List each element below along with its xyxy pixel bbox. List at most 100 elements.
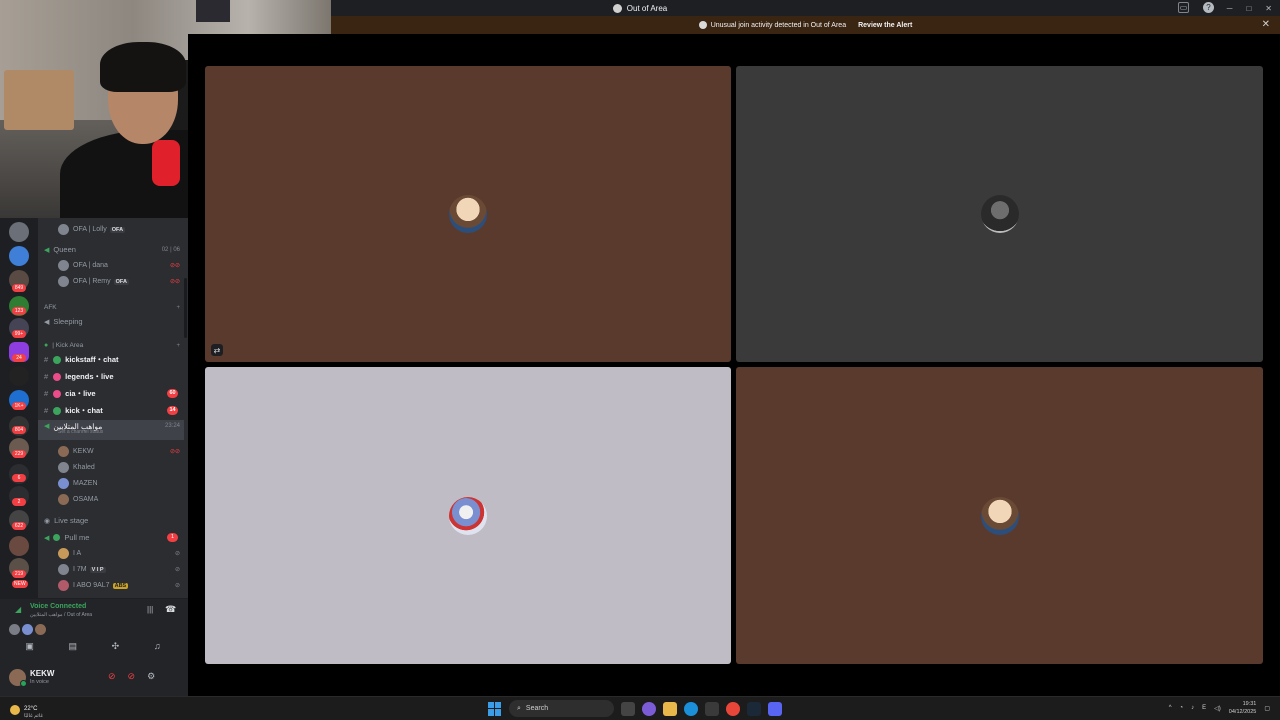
text-channel[interactable]: # cia・live 60 bbox=[38, 386, 184, 401]
participant-avatar bbox=[449, 195, 487, 233]
participant-avatar bbox=[980, 195, 1019, 233]
text-channel[interactable]: # kickstaff・chat bbox=[38, 352, 184, 367]
language-icon[interactable]: E bbox=[1202, 705, 1206, 711]
notifications-icon[interactable]: ▢ bbox=[1264, 705, 1270, 712]
close-alert-icon[interactable]: ✕ bbox=[1262, 19, 1270, 30]
user-avatar bbox=[58, 580, 69, 591]
gear-icon[interactable]: ⚙ bbox=[147, 671, 155, 682]
server-badge: 229 bbox=[12, 450, 26, 458]
network-icon[interactable]: ◔ bbox=[1180, 705, 1184, 711]
voice-channel-queen[interactable]: ◀ Queen 02 | 06 bbox=[38, 242, 184, 257]
weather-widget[interactable]: 22°C غائم غالبًا bbox=[10, 701, 43, 719]
user-tag: OFA bbox=[113, 278, 129, 285]
voice-user[interactable]: OFA | Lolly OFA bbox=[38, 222, 184, 237]
signal-icon[interactable]: ◢ bbox=[15, 605, 21, 614]
close-window-button[interactable]: ✕ bbox=[1265, 4, 1272, 13]
sidebar-scrollbar[interactable] bbox=[184, 278, 187, 338]
add-channel-icon[interactable]: + bbox=[176, 305, 180, 311]
server-badge: 804 bbox=[12, 426, 26, 434]
channel-status-icon bbox=[53, 389, 62, 398]
mention-badge: 14 bbox=[167, 406, 178, 415]
task-view-icon[interactable] bbox=[621, 701, 635, 716]
muted-icon: ⊘ bbox=[174, 551, 180, 557]
voice-user[interactable]: OFA | dana ⊘⊘ bbox=[38, 258, 184, 273]
video-tile[interactable] bbox=[736, 367, 1263, 664]
video-tile[interactable] bbox=[205, 367, 731, 664]
server-icon[interactable] bbox=[9, 246, 29, 266]
server-badge-new: NEW bbox=[12, 580, 28, 588]
user-avatar bbox=[58, 548, 69, 559]
speaker-icon: ◀ bbox=[44, 534, 50, 542]
start-icon[interactable] bbox=[488, 701, 502, 716]
voice-location[interactable]: مواهب المتلايين / Out of Area bbox=[30, 612, 92, 618]
review-alert-link[interactable]: Review the Alert bbox=[858, 22, 912, 29]
server-badge: 622 bbox=[12, 522, 26, 530]
voice-user[interactable]: I A ⊘ bbox=[38, 546, 184, 561]
search-icon: ⌕ bbox=[517, 704, 521, 712]
text-channel[interactable]: # legends・live bbox=[38, 369, 184, 384]
mention-badge: 60 bbox=[167, 389, 178, 398]
voice-user[interactable]: I 7M V I P ⊘ bbox=[38, 562, 184, 577]
user-controls: ⊘ ⊘ ⚙ bbox=[108, 671, 155, 682]
voice-status[interactable]: Voice Connected bbox=[30, 603, 86, 610]
voice-limit: 02 | 06 bbox=[161, 246, 180, 253]
noise-suppression-icon[interactable]: ||| bbox=[147, 605, 153, 614]
store-icon[interactable] bbox=[705, 701, 719, 716]
steam-icon[interactable] bbox=[747, 701, 761, 716]
mute-icon[interactable]: ⊘ bbox=[108, 671, 116, 682]
add-channel-icon[interactable]: + bbox=[176, 343, 180, 349]
chrome-icon[interactable] bbox=[726, 701, 740, 716]
soundboard-icon[interactable]: ♫ bbox=[154, 641, 161, 652]
minimize-button[interactable]: ─ bbox=[1227, 4, 1233, 13]
avatar bbox=[35, 624, 46, 635]
disconnect-icon[interactable]: ☎ bbox=[165, 604, 176, 615]
webcam-microphone bbox=[152, 140, 180, 186]
hash-icon: # bbox=[44, 355, 49, 364]
server-icon[interactable] bbox=[9, 536, 29, 556]
screen-share-button-icon[interactable]: ▤ bbox=[69, 641, 78, 652]
deafen-icon[interactable]: ⊘ bbox=[128, 671, 136, 682]
search-input[interactable]: ⌕ Search bbox=[509, 700, 614, 717]
mic-icon[interactable]: ♪ bbox=[1191, 705, 1194, 711]
category-afk[interactable]: AFK + bbox=[38, 300, 184, 315]
user-avatar bbox=[58, 276, 69, 287]
activities-icon[interactable]: ✣ bbox=[112, 641, 120, 652]
channel-status-hint[interactable]: Set a channel status bbox=[58, 429, 103, 435]
help-icon[interactable]: ? bbox=[1203, 2, 1214, 13]
voice-user[interactable]: Khaled bbox=[38, 460, 184, 475]
server-icon[interactable] bbox=[9, 366, 29, 386]
voice-user[interactable]: KEKW ⊘⊘ bbox=[38, 444, 184, 459]
muted-icon: ⊘ bbox=[174, 583, 180, 589]
voice-user[interactable]: MAZEN bbox=[38, 476, 184, 491]
video-tile[interactable] bbox=[736, 66, 1263, 362]
voice-channel-pull[interactable]: ◀ Pull me 1 bbox=[38, 530, 184, 545]
video-tile[interactable]: ⇄ bbox=[205, 66, 731, 362]
chevron-up-icon[interactable]: ^ bbox=[1169, 705, 1172, 711]
user-status: In voice bbox=[30, 679, 49, 685]
copilot-icon[interactable] bbox=[642, 701, 656, 716]
voice-channel-active[interactable]: ◀ مواهب المتلايين 23:24 Set a channel st… bbox=[38, 420, 184, 440]
text-channel[interactable]: # kick・chat 14 bbox=[38, 403, 184, 418]
file-explorer-icon[interactable] bbox=[663, 701, 677, 716]
category-kick-area[interactable]: ● | Kick Area + bbox=[38, 338, 184, 353]
user-tag: OFA bbox=[109, 226, 126, 233]
voice-channel-sleeping[interactable]: ◀ Sleeping bbox=[38, 314, 184, 329]
discord-icon[interactable] bbox=[768, 701, 782, 716]
maximize-button[interactable]: □ bbox=[1246, 4, 1251, 13]
voice-user[interactable]: OSAMA bbox=[38, 492, 184, 507]
channel-status-icon bbox=[53, 534, 61, 541]
channel-status-icon bbox=[53, 406, 62, 415]
webcam-person-hair bbox=[100, 42, 186, 92]
taskbar-apps: ⌕ Search bbox=[488, 700, 782, 717]
voice-user[interactable]: OFA | Remy OFA ⊘⊘ bbox=[38, 274, 184, 289]
camera-icon[interactable]: ▣ bbox=[25, 641, 34, 652]
username[interactable]: KEKW bbox=[30, 669, 54, 678]
volume-icon[interactable]: ◁) bbox=[1214, 705, 1221, 712]
stage-channel[interactable]: ◉ Live stage bbox=[38, 513, 184, 528]
clock[interactable]: 19:31 04/12/2025 bbox=[1229, 700, 1257, 716]
voice-user[interactable]: I ABO 9AL7 ABS ⊘ bbox=[38, 578, 184, 593]
stream-icon[interactable]: ⇄ bbox=[211, 344, 223, 356]
screen-share-icon[interactable]: ▭ bbox=[1178, 2, 1189, 13]
server-icon[interactable] bbox=[9, 222, 29, 242]
edge-icon[interactable] bbox=[684, 701, 698, 716]
